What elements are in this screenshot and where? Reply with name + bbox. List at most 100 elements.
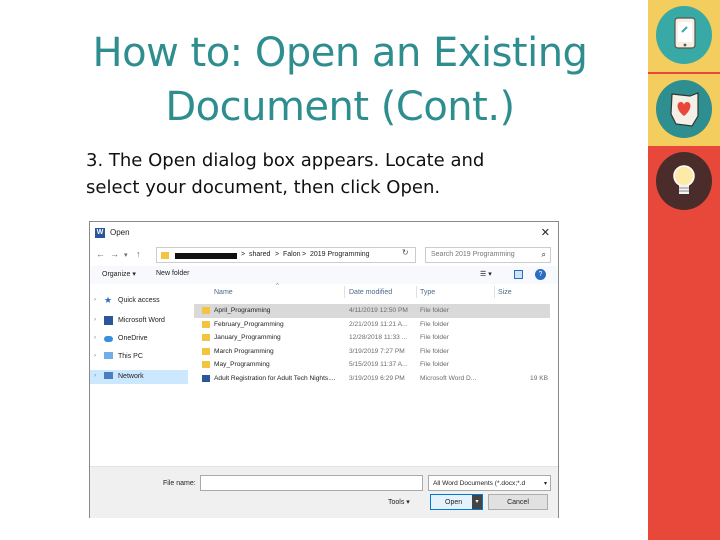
nav-item-this-pc[interactable]: › This PC <box>90 350 188 364</box>
tablet-tile <box>648 0 720 72</box>
open-button[interactable]: Open ▾ <box>430 494 483 510</box>
nav-item-onedrive[interactable]: › OneDrive <box>90 332 188 346</box>
breadcrumb-shared[interactable]: shared <box>249 251 270 258</box>
column-name[interactable]: Name <box>214 289 233 296</box>
folder-icon <box>161 252 169 259</box>
nav-item-label: Microsoft Word <box>118 317 165 324</box>
nav-item-microsoft-word[interactable]: › Microsoft Word <box>90 314 188 328</box>
folder-icon <box>202 320 210 328</box>
onedrive-icon <box>104 336 113 342</box>
forward-arrow-icon[interactable]: → <box>110 249 119 259</box>
lightbulb-icon <box>673 165 695 194</box>
folder-icon <box>202 307 210 314</box>
file-list: Name ^ Date modified Type Size April_Pro… <box>194 283 554 464</box>
breadcrumb-2019-programming[interactable]: 2019 Programming <box>310 251 370 258</box>
dialog-footer: File name: All Word Documents (*.docx;*.… <box>90 466 558 518</box>
address-bar[interactable]: > shared > Falon > 2019 Programming <box>156 247 416 263</box>
open-button-label: Open <box>445 499 463 506</box>
tools-button[interactable]: Tools ▾ <box>388 498 410 506</box>
word-icon: W <box>95 228 105 238</box>
file-size: 19 KB <box>530 374 548 382</box>
file-type: File folder <box>420 307 449 314</box>
chevron-down-icon: ▾ <box>543 481 547 487</box>
file-row[interactable]: January_Programming 12/28/2018 11:33 ...… <box>194 331 550 345</box>
help-icon[interactable]: ? <box>535 269 546 280</box>
nav-item-label: Quick access <box>118 297 160 304</box>
back-arrow-icon[interactable]: ← <box>96 249 105 259</box>
open-options-chevron-icon[interactable]: ▾ <box>472 495 482 509</box>
ohio-heart-tile <box>648 74 720 146</box>
lightbulb-tile <box>648 146 720 218</box>
slide-body-line-1: 3. The Open dialog box appears. Locate a… <box>86 150 485 171</box>
new-folder-button[interactable]: New folder <box>156 270 189 277</box>
column-divider <box>344 286 345 298</box>
file-type-filter[interactable]: All Word Documents (*.docx;*.d ▾ <box>428 475 551 491</box>
file-type: Microsoft Word D... <box>420 374 477 382</box>
redacted-path <box>175 253 237 259</box>
address-separator: > <box>302 251 307 258</box>
address-separator: > <box>241 251 246 258</box>
preview-pane-icon[interactable] <box>514 270 523 279</box>
file-name: Adult Registration for Adult Tech Nights… <box>214 374 336 382</box>
file-date: 3/19/2019 7:27 PM <box>349 347 405 355</box>
dialog-titlebar: W Open ✕ <box>90 222 558 244</box>
breadcrumb-falon[interactable]: Falon <box>283 251 301 258</box>
search-icon: ⌕ <box>541 250 546 259</box>
dialog-toolbar: Organize ▾ New folder ☰ ▾ ? <box>90 266 558 284</box>
file-type-filter-value: All Word Documents (*.docx;*.d <box>433 480 526 487</box>
file-type: File folder <box>420 320 449 328</box>
slide-title: How to: Open an Existing Document (Cont.… <box>60 26 620 134</box>
file-type: File folder <box>420 334 449 341</box>
nav-item-network[interactable]: › Network <box>90 370 188 384</box>
lightbulb-badge <box>656 152 712 210</box>
pc-icon <box>104 352 113 359</box>
address-row: ← → ▾ ↑ > shared > Falon > 2019 Programm… <box>90 245 558 265</box>
cancel-button[interactable]: Cancel <box>488 494 548 510</box>
chevron-right-icon: › <box>94 297 96 303</box>
column-type[interactable]: Type <box>420 289 435 296</box>
file-name-input[interactable] <box>200 475 423 491</box>
file-name-label: File name: <box>163 480 196 487</box>
nav-item-quick-access[interactable]: › ★ Quick access <box>90 294 188 308</box>
chevron-right-icon: › <box>94 317 96 323</box>
slide-title-line-2: Document (Cont.) <box>165 84 515 130</box>
file-list-header: Name ^ Date modified Type Size <box>194 283 554 300</box>
file-name: February_Programming <box>214 320 284 328</box>
view-options-icon[interactable]: ☰ ▾ <box>480 270 492 278</box>
file-row[interactable]: Adult Registration for Adult Tech Nights… <box>194 372 550 386</box>
up-arrow-icon[interactable]: ↑ <box>136 249 141 259</box>
chevron-right-icon: › <box>94 353 96 359</box>
network-icon <box>104 372 113 379</box>
refresh-icon[interactable]: ↻ <box>402 248 409 257</box>
file-date: 2/21/2019 11:21 A... <box>349 320 408 328</box>
close-icon[interactable]: ✕ <box>541 226 550 239</box>
recent-locations-icon[interactable]: ▾ <box>124 251 128 259</box>
file-date: 3/19/2019 6:29 PM <box>349 374 405 382</box>
tablet-badge <box>656 6 712 64</box>
ohio-heart-icon <box>670 92 699 127</box>
chevron-right-icon: › <box>94 373 96 379</box>
ohio-badge <box>656 80 712 138</box>
open-dialog: W Open ✕ ← → ▾ ↑ > shared > Falon > 2019… <box>89 221 559 518</box>
folder-icon <box>202 334 210 341</box>
chevron-right-icon: › <box>94 335 96 341</box>
search-input[interactable]: Search 2019 Programming ⌕ <box>425 247 551 263</box>
organize-button[interactable]: Organize ▾ <box>102 270 136 278</box>
column-date-modified[interactable]: Date modified <box>349 289 392 296</box>
folder-icon <box>202 347 210 355</box>
file-date: 4/11/2019 12:50 PM <box>349 307 408 314</box>
slide-body-line-2: select your document, then click Open. <box>86 177 441 198</box>
file-row[interactable]: February_Programming 2/21/2019 11:21 A..… <box>194 318 550 332</box>
file-row[interactable]: April_Programming 4/11/2019 12:50 PM Fil… <box>194 304 550 318</box>
column-size[interactable]: Size <box>498 289 512 296</box>
file-name: March Programming <box>214 347 274 355</box>
sort-up-icon: ^ <box>276 283 279 289</box>
slide-body-text: 3. The Open dialog box appears. Locate a… <box>86 147 606 201</box>
file-row[interactable]: May_Programming 5/15/2019 11:37 A... Fil… <box>194 358 550 372</box>
file-type: File folder <box>420 361 449 368</box>
file-row[interactable]: March Programming 3/19/2019 7:27 PM File… <box>194 345 550 359</box>
cancel-button-label: Cancel <box>507 499 529 506</box>
star-icon: ★ <box>104 295 113 305</box>
file-name: May_Programming <box>214 361 270 368</box>
slide-title-line-1: How to: Open an Existing <box>92 30 588 76</box>
